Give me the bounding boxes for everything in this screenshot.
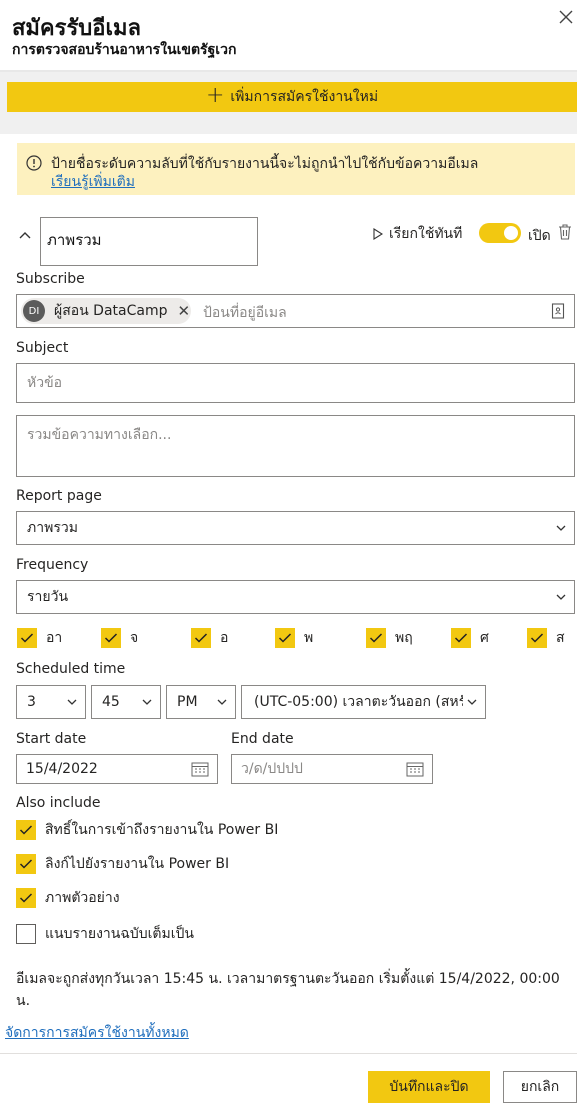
- chevron-down-icon: [467, 699, 477, 705]
- subject-label: Subject: [16, 340, 69, 356]
- subscription-toggle[interactable]: [479, 223, 521, 243]
- checkmark-icon: [16, 820, 36, 840]
- day-checkbox-fri[interactable]: ศ: [451, 627, 489, 649]
- include-preview-checkbox[interactable]: ภาพตัวอย่าง: [16, 887, 120, 909]
- manage-subscriptions-link[interactable]: จัดการการสมัครใช้งานทั้งหมด: [5, 1022, 189, 1044]
- checkmark-icon: [16, 888, 36, 908]
- report-page-label: Report page: [16, 488, 102, 504]
- toggle-label: เปิด: [528, 228, 551, 244]
- frequency-value: รายวัน: [27, 589, 69, 605]
- address-book-icon[interactable]: [551, 303, 565, 319]
- day-label: จ: [130, 630, 139, 646]
- checkmark-icon: [17, 628, 37, 648]
- start-date-input[interactable]: 15/4/2022: [16, 754, 218, 784]
- day-checkbox-tue[interactable]: อ: [191, 627, 228, 649]
- chevron-down-icon: [142, 699, 152, 705]
- ampm-value: PM: [177, 694, 198, 710]
- recipient-chip: DI ผู้สอน DataCamp ✕: [21, 298, 191, 324]
- include-link-checkbox[interactable]: ลิงก์ไปยังรายงานใน Power BI: [16, 853, 229, 875]
- checkmark-icon: [16, 854, 36, 874]
- chevron-down-icon: [217, 699, 227, 705]
- day-label: อ: [220, 630, 229, 646]
- day-label: ส: [556, 630, 565, 646]
- day-checkbox-mon[interactable]: จ: [101, 627, 138, 649]
- schedule-summary: อีเมลจะถูกส่งทุกวันเวลา 15:45 น. เวลามาต…: [16, 971, 560, 1009]
- checkmark-icon: [366, 628, 386, 648]
- end-date-label: End date: [231, 731, 294, 747]
- calendar-icon[interactable]: [191, 761, 209, 777]
- recipient-name: ผู้สอน DataCamp: [54, 303, 168, 319]
- day-label: ศ: [480, 630, 489, 646]
- learn-more-link[interactable]: เรียนรู้เพิ่มเติม: [51, 171, 135, 193]
- frequency-select[interactable]: รายวัน: [16, 580, 575, 614]
- include-label: ลิงก์ไปยังรายงานใน Power BI: [45, 856, 230, 872]
- end-date-placeholder: ว/ด/ปปปป: [241, 761, 303, 777]
- checkmark-icon: [527, 628, 547, 648]
- message-input[interactable]: [16, 415, 575, 477]
- include-label: แนบรายงานฉบับเต็มเป็น: [45, 926, 194, 942]
- close-icon[interactable]: [556, 7, 576, 27]
- day-label: พฤ: [395, 630, 413, 646]
- subject-input[interactable]: [16, 363, 575, 403]
- day-label: อา: [46, 630, 63, 646]
- timezone-value: (UTC-05:00) เวลาตะวันออก (สหรัฐ: [254, 694, 463, 710]
- ampm-select[interactable]: PM: [166, 685, 236, 719]
- chevron-down-icon: [556, 525, 566, 531]
- minute-select[interactable]: 45: [91, 685, 161, 719]
- subscribe-label: Subscribe: [16, 271, 85, 287]
- save-and-close-button[interactable]: บันทึกและปิด: [368, 1071, 490, 1103]
- timezone-select[interactable]: (UTC-05:00) เวลาตะวันออก (สหรัฐ: [241, 685, 486, 719]
- checkmark-icon: [451, 628, 471, 648]
- end-date-input[interactable]: ว/ด/ปปปป: [231, 754, 433, 784]
- warning-icon: [26, 155, 42, 171]
- hour-select[interactable]: 3: [16, 685, 86, 719]
- checkmark-icon: [275, 628, 295, 648]
- chevron-down-icon: [556, 594, 566, 600]
- add-subscription-label: เพิ่มการสมัครใช้งานใหม่: [230, 89, 379, 105]
- play-icon: [373, 228, 383, 240]
- run-now-label: เรียกใช้ทันที: [389, 226, 463, 242]
- email-input[interactable]: [203, 302, 533, 324]
- cancel-button[interactable]: ยกเลิก: [503, 1071, 577, 1103]
- chevron-down-icon: [67, 699, 77, 705]
- checkmark-icon: [101, 628, 121, 648]
- remove-recipient-icon[interactable]: ✕: [177, 302, 190, 320]
- day-label: พ: [304, 630, 314, 646]
- day-checkbox-sun[interactable]: อา: [17, 627, 62, 649]
- chevron-up-icon[interactable]: [18, 225, 32, 239]
- checkmark-icon: [191, 628, 211, 648]
- hour-value: 3: [27, 694, 36, 710]
- start-date-value: 15/4/2022: [26, 761, 98, 777]
- day-checkbox-wed[interactable]: พ: [275, 627, 313, 649]
- include-label: สิทธิ์ในการเข้าถึงรายงานใน Power BI: [45, 822, 279, 838]
- day-checkbox-thu[interactable]: พฤ: [366, 627, 413, 649]
- include-label: ภาพตัวอย่าง: [45, 890, 120, 906]
- run-now-button[interactable]: เรียกใช้ทันที: [373, 223, 462, 245]
- avatar: DI: [23, 300, 45, 322]
- calendar-icon[interactable]: [406, 761, 424, 777]
- include-attachment-checkbox[interactable]: แนบรายงานฉบับเต็มเป็น: [16, 923, 194, 945]
- report-page-value: ภาพรวม: [27, 520, 78, 536]
- minute-value: 45: [102, 694, 120, 710]
- also-include-label: Also include: [16, 795, 101, 811]
- start-date-label: Start date: [16, 731, 87, 747]
- trash-icon[interactable]: [557, 223, 573, 241]
- plus-icon: +: [205, 83, 225, 108]
- scheduled-time-label: Scheduled time: [16, 661, 126, 677]
- add-subscription-button[interactable]: + เพิ่มการสมัครใช้งานใหม่: [7, 82, 577, 112]
- frequency-label: Frequency: [16, 557, 89, 573]
- include-access-checkbox[interactable]: สิทธิ์ในการเข้าถึงรายงานใน Power BI: [16, 819, 278, 841]
- empty-checkbox: [16, 924, 36, 944]
- footer-divider: [0, 1053, 577, 1054]
- report-name: การตรวจสอบร้านอาหารในเขตรัฐเวก: [12, 42, 237, 58]
- subscription-name-input[interactable]: ภาพรวม: [40, 217, 258, 266]
- day-checkbox-sat[interactable]: ส: [527, 627, 565, 649]
- report-page-select[interactable]: ภาพรวม: [16, 511, 575, 545]
